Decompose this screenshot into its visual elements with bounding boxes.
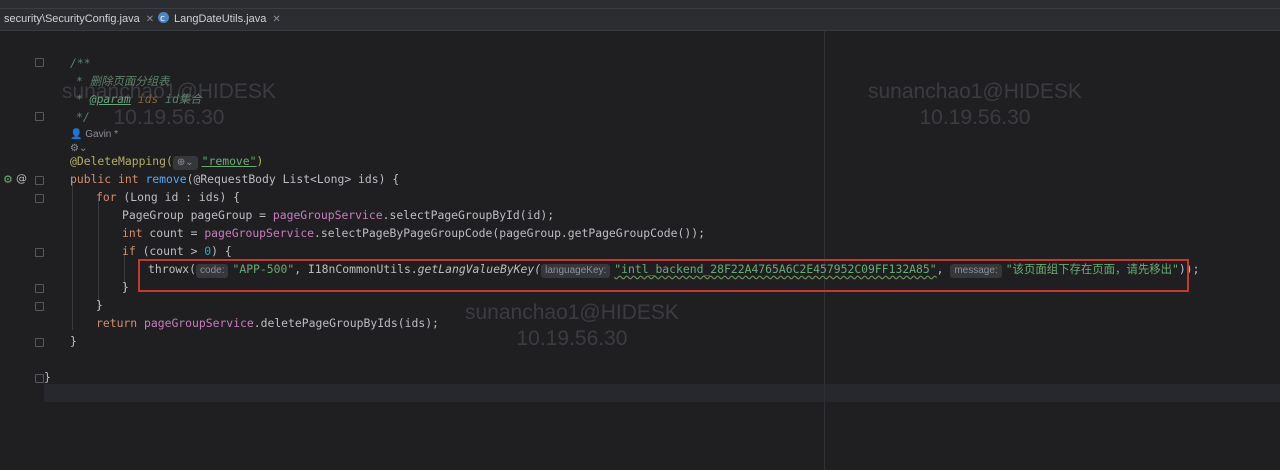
indent-guide [98, 198, 99, 310]
annotation-at-icon[interactable]: @ [16, 172, 27, 185]
mapping-value[interactable]: "remove" [202, 154, 257, 168]
keyword: return [96, 316, 138, 330]
fold-marker-icon[interactable] [35, 284, 44, 293]
annotation-highlight-box [138, 259, 1189, 292]
brace: } [122, 280, 129, 294]
code-line: } [122, 278, 129, 296]
brace: } [70, 334, 77, 348]
if-condition: (count > [135, 244, 205, 258]
code-line: * @param ids id集合 [76, 90, 202, 108]
code-line: } [96, 296, 103, 314]
declaration: PageGroup pageGroup = [122, 208, 273, 222]
fold-marker-icon[interactable] [35, 112, 44, 121]
code-line: * 删除页面分组表 [76, 72, 169, 90]
code-line: public int remove(@RequestBody List<Long… [70, 170, 399, 188]
tab-security-config[interactable]: security\SecurityConfig.java ✕ [4, 8, 154, 30]
doc-param-tag: @param [89, 92, 131, 106]
method-call: .selectPageByPageGroupCode(pageGroup.get… [314, 226, 705, 240]
method-call: .deletePageGroupByIds(ids); [253, 316, 439, 330]
code-line: if (count > 0) { [122, 242, 232, 260]
keyword: int [122, 226, 143, 240]
annotation-close: ) [256, 154, 264, 168]
tab-label: security\SecurityConfig.java [4, 13, 140, 25]
tab-label: LangDateUtils.java [174, 13, 267, 25]
close-icon[interactable]: ✕ [272, 14, 280, 25]
watermark: sunanchao1@HIDESK 10.19.56.30 [868, 79, 1082, 131]
code-line: return pageGroupService.deletePageGroupB… [96, 314, 439, 332]
watermark: sunanchao1@HIDESK 10.19.56.30 [465, 300, 679, 352]
code-line: /** [70, 54, 91, 72]
declaration: count = [142, 226, 205, 240]
endpoint-icon[interactable]: ⚙ [3, 173, 13, 186]
code-line: for (Long id : ids) { [96, 188, 240, 206]
annotation: @DeleteMapping( [70, 154, 173, 168]
tab-lang-date-utils[interactable]: LangDateUtils.java ✕ [158, 8, 281, 30]
code-line: int count = pageGroupService.selectPageB… [122, 224, 705, 242]
doc-param-name: ids [137, 92, 159, 106]
fold-marker-icon[interactable] [35, 58, 44, 67]
doc-comment: * 删除页面分组表 [76, 74, 170, 88]
fold-marker-icon[interactable] [35, 194, 44, 203]
field-ref: pageGroupService [144, 316, 254, 330]
watermark-ip: 10.19.56.30 [516, 327, 628, 350]
method-params: (@RequestBody List<Long> ids) { [186, 172, 400, 186]
method-name: remove [145, 172, 187, 186]
brace: } [96, 298, 103, 312]
doc-param-desc: id集合 [165, 92, 202, 106]
if-condition: ) { [211, 244, 232, 258]
close-icon[interactable]: ✕ [146, 14, 154, 25]
doc-comment: */ [76, 110, 90, 124]
code-line: @DeleteMapping(⊕⌄ "remove") [70, 152, 263, 170]
right-margin-guide [824, 31, 825, 470]
java-class-icon [158, 8, 169, 30]
code-line: } [44, 368, 51, 386]
keyword: for [96, 190, 117, 204]
field-ref: pageGroupService [272, 208, 383, 222]
code-line: } [70, 332, 77, 350]
for-clause: (Long id : ids) { [116, 190, 241, 204]
method-call: .selectPageGroupById(id); [382, 208, 555, 222]
field-ref: pageGroupService [204, 226, 315, 240]
editor-tab-bar: security\SecurityConfig.java ✕ LangDateUt… [0, 0, 1280, 31]
code-line: PageGroup pageGroup = pageGroupService.s… [122, 206, 554, 224]
watermark-ip: 10.19.56.30 [919, 106, 1031, 129]
doc-star: * [76, 92, 90, 106]
fold-marker-icon[interactable] [35, 248, 44, 257]
brace: } [44, 370, 51, 384]
doc-comment: /** [70, 56, 91, 70]
author-label: Gavin * [85, 129, 119, 140]
code-content[interactable]: /** * 删除页面分组表 * @param ids id集合 */ 👤 Gav… [44, 54, 1199, 384]
watermark-user: sunanchao1@HIDESK [465, 301, 679, 324]
fold-marker-icon[interactable] [35, 302, 44, 311]
keyword: if [122, 244, 136, 258]
watermark-user: sunanchao1@HIDESK [868, 80, 1082, 103]
current-line-highlight [44, 384, 1280, 402]
fold-marker-icon[interactable] [35, 338, 44, 347]
keyword: int [118, 172, 139, 186]
keyword: public [70, 172, 112, 186]
fold-marker-icon[interactable] [35, 374, 44, 383]
fold-marker-icon[interactable] [35, 176, 44, 185]
url-link-icon[interactable]: ⊕⌄ [172, 156, 198, 170]
